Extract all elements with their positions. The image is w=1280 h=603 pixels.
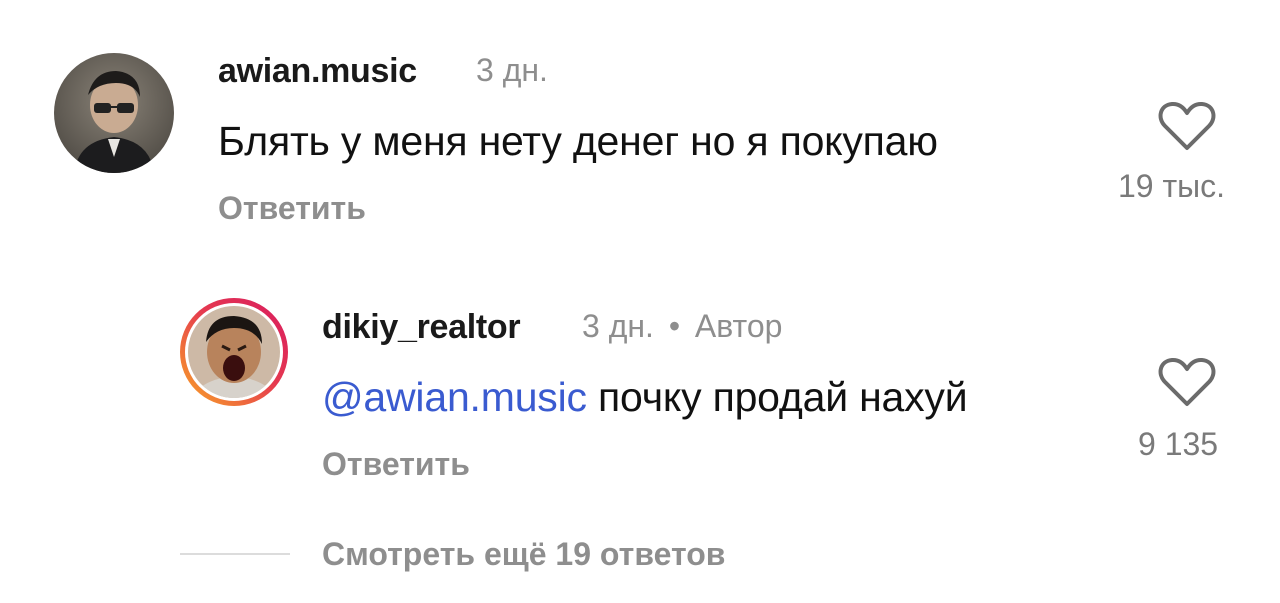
mention-link[interactable]: @awian.music — [322, 374, 587, 420]
meta-separator: • — [668, 308, 681, 344]
heart-outline-icon[interactable] — [1158, 356, 1216, 408]
comment-text: Блять у меня нету денег но я покупаю — [218, 118, 938, 164]
comments-thread: awian.music 3 дн. Блять у меня нету дене… — [0, 0, 1280, 603]
reply-time: 3 дн. — [582, 308, 654, 344]
author-badge: Автор — [694, 308, 783, 344]
comment-username[interactable]: awian.music — [218, 52, 417, 91]
reply-username[interactable]: dikiy_realtor — [322, 308, 521, 347]
reply-body: почку продай нахуй — [598, 374, 968, 420]
like-count: 9 135 — [1138, 426, 1219, 462]
reply-text: @awian.music почку продай нахуй — [322, 374, 968, 421]
avatar[interactable] — [54, 53, 174, 173]
reply-timestamp: 3 дн. • Автор — [582, 308, 782, 345]
reply-button[interactable]: Ответить — [322, 446, 470, 483]
view-more-replies-button[interactable]: Смотреть ещё 19 ответов — [322, 536, 725, 573]
comment-timestamp: 3 дн. — [476, 52, 548, 88]
avatar-with-story-ring[interactable] — [178, 296, 290, 408]
replies-divider — [180, 553, 290, 555]
heart-outline-icon[interactable] — [1158, 100, 1216, 152]
reply-button[interactable]: Ответить — [218, 190, 366, 227]
like-count: 19 тыс. — [1118, 168, 1226, 204]
